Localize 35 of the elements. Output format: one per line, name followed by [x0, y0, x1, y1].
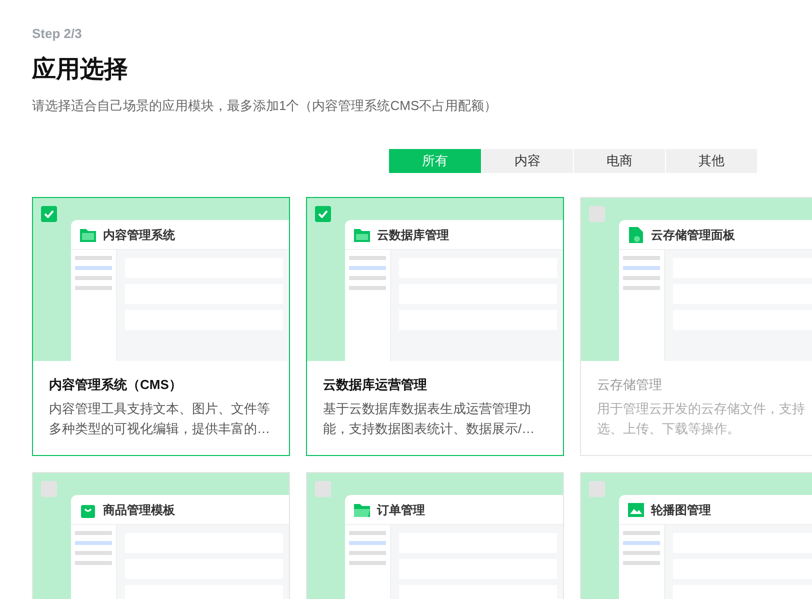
preview-title: 云存储管理面板 — [651, 226, 735, 244]
preview-title: 轮播图管理 — [651, 502, 711, 518]
app-description-line: 多种类型的可视化编辑，提供丰富的… — [49, 420, 271, 438]
app-card[interactable]: 云数据库管理 云数据库运营管理 基于云数据库数据表生成运营管理功 能，支持数据图表统计、数据展示/… — [306, 197, 564, 456]
step-indicator: Step 2/3 — [32, 25, 83, 43]
checkbox[interactable] — [315, 481, 331, 497]
checkbox[interactable] — [41, 481, 57, 497]
preview-title: 订单管理 — [377, 502, 425, 518]
app-name: 内容管理系统（CMS） — [49, 376, 183, 394]
checkbox[interactable] — [589, 481, 605, 497]
app-description-line: 内容管理工具支持文本、图片、文件等 — [49, 400, 271, 418]
app-description-line: 基于云数据库数据表生成运营管理功 — [323, 400, 532, 418]
checkmark-icon — [44, 210, 54, 218]
app-card[interactable]: 轮播图管理 — [580, 472, 812, 599]
app-card[interactable]: 商品管理模板 — [32, 472, 290, 599]
checkmark-icon — [318, 210, 328, 218]
category-tab[interactable]: 其他 — [665, 149, 757, 173]
category-tab[interactable]: 内容 — [481, 149, 573, 173]
app-logo-icon — [627, 226, 645, 244]
preview-title: 内容管理系统 — [103, 226, 175, 244]
app-name: 云数据库运营管理 — [323, 376, 428, 394]
app-name: 云存储管理 — [597, 376, 663, 394]
category-tab[interactable]: 电商 — [573, 149, 665, 173]
app-description-line: 能，支持数据图表统计、数据展示/… — [323, 420, 536, 438]
page-subtitle: 请选择适合自己场景的应用模块，最多添加1个（内容管理系统CMS不占用配额） — [32, 96, 498, 114]
preview-title: 云数据库管理 — [377, 226, 449, 244]
app-description-line: 用于管理云开发的云存储文件，支持 — [597, 400, 806, 418]
checkbox[interactable] — [315, 206, 331, 222]
app-card[interactable]: 订单管理 — [306, 472, 564, 599]
app-logo-icon — [627, 500, 645, 518]
preview-title: 商品管理模板 — [103, 502, 175, 518]
page-title: 应用选择 — [32, 54, 129, 84]
app-description-line: 选、上传、下载等操作。 — [597, 420, 741, 438]
checkbox[interactable] — [41, 206, 57, 222]
app-card[interactable]: 内容管理系统 内容管理系统（CMS） 内容管理工具支持文本、图片、文件等 多种类型的可视化编辑，提供丰富的… — [32, 197, 290, 456]
